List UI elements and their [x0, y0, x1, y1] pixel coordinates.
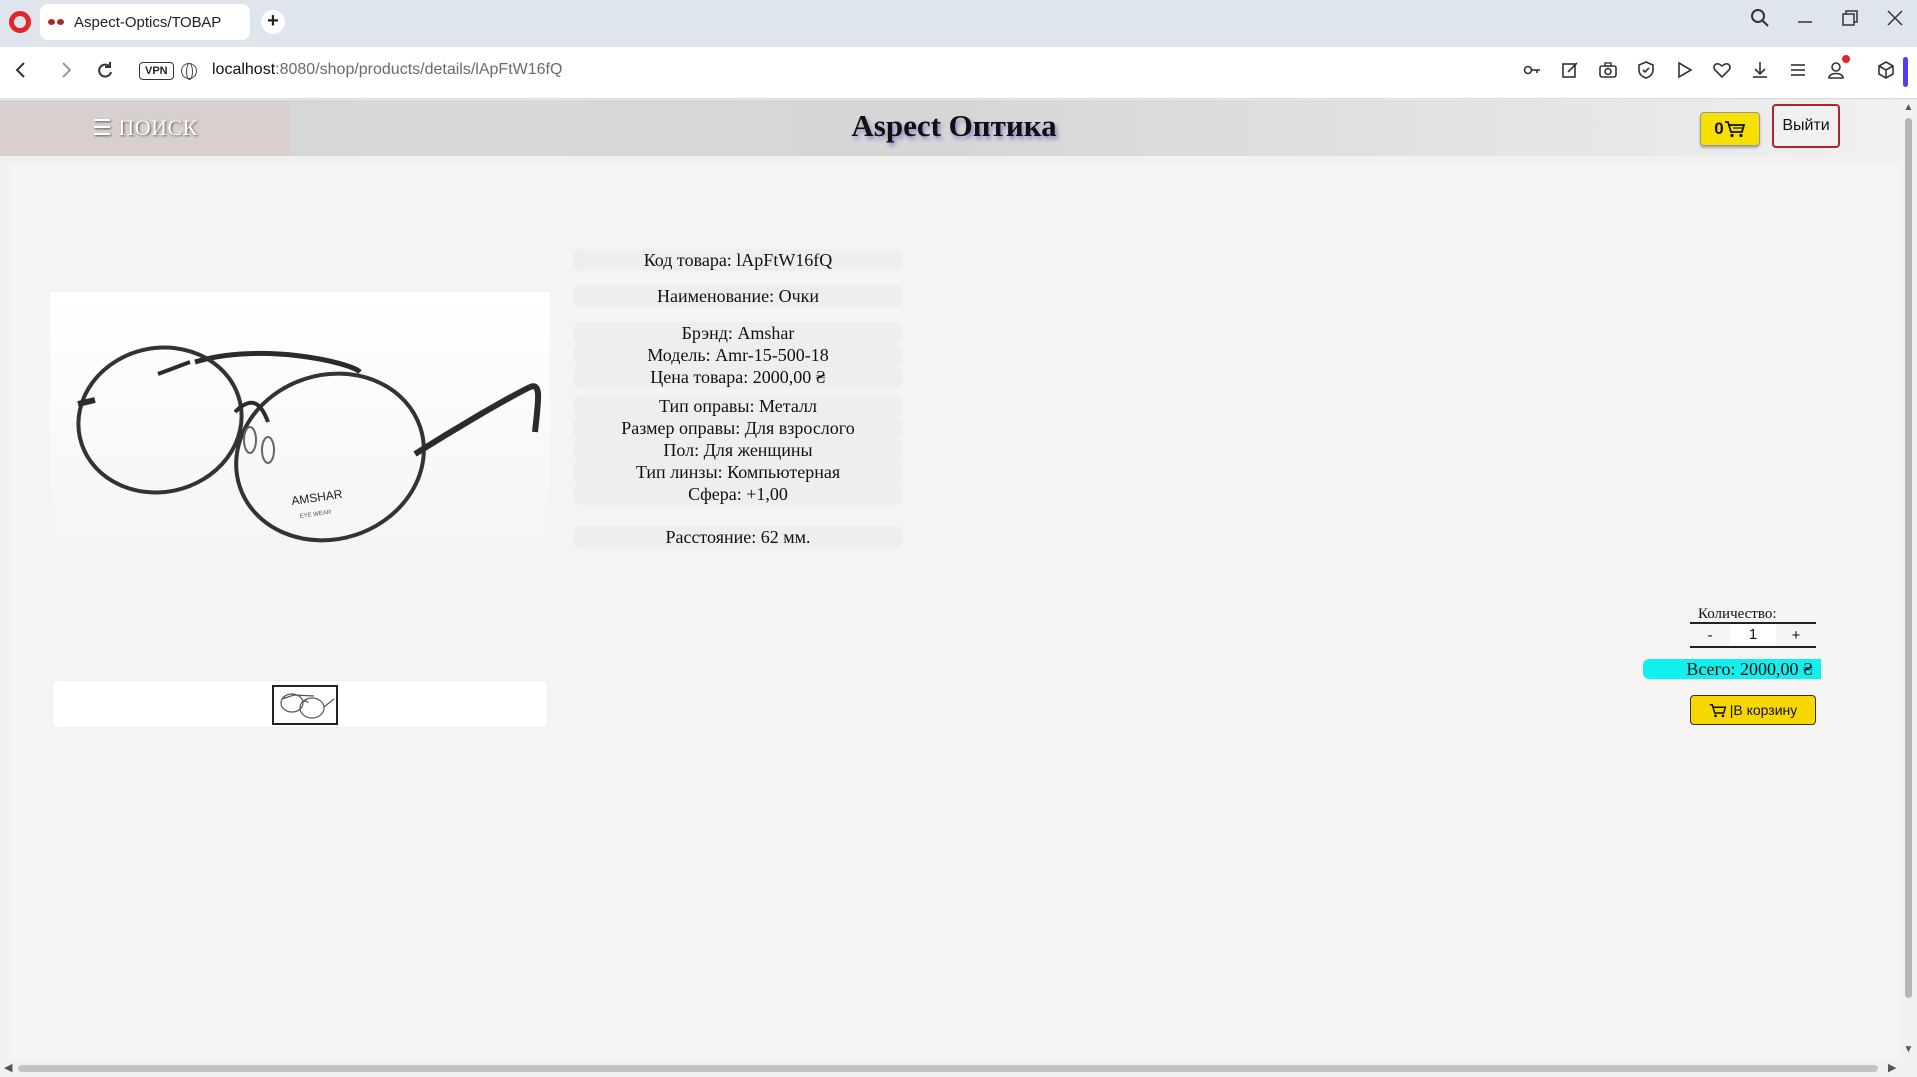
- spec-lens-type: Тип линзы: Компьютерная: [573, 461, 903, 483]
- shield-icon[interactable]: [1634, 60, 1658, 84]
- spec-sphere: Сфера: +1,00: [573, 483, 903, 505]
- url-host: localhost: [212, 61, 276, 78]
- key-icon[interactable]: [1520, 60, 1544, 84]
- forward-arrow-icon[interactable]: [53, 59, 79, 87]
- box-icon[interactable]: [1874, 60, 1898, 84]
- web-page: ☰ ПОИСК Aspect Оптика 0 Выйти AMSHAR EYE…: [0, 100, 1900, 1060]
- profile-icon[interactable]: [1824, 60, 1848, 84]
- cart-icon: [1709, 703, 1727, 717]
- site-title: Aspect Оптика: [851, 108, 1057, 143]
- quantity-minus-button[interactable]: -: [1690, 627, 1730, 644]
- minimize-icon[interactable]: [1790, 8, 1820, 34]
- spec-frame-size: Размер оправы: Для взрослого: [573, 417, 903, 439]
- spec-price: Цена товара: 2000,00 ₴: [573, 366, 903, 388]
- player-icon[interactable]: [1672, 60, 1696, 84]
- camera-icon[interactable]: [1596, 60, 1620, 84]
- browser-tab[interactable]: Aspect-Optics/ТОВАР: [40, 4, 250, 40]
- quantity-label: Количество:: [1698, 606, 1777, 622]
- notification-dot-icon: [1842, 55, 1850, 63]
- thumbnail-image[interactable]: [272, 685, 338, 725]
- reload-icon[interactable]: [92, 59, 118, 87]
- address-bar: VPN localhost:8080/shop/products/details…: [0, 47, 1917, 99]
- horizontal-scroll-thumb[interactable]: [18, 1065, 1878, 1072]
- horizontal-scrollbar[interactable]: ◀ ▶: [0, 1060, 1917, 1077]
- url-path: :8080/shop/products/details/lApFtW16fQ: [275, 61, 563, 78]
- easy-setup-icon[interactable]: [1786, 60, 1810, 84]
- quantity-plus-button[interactable]: +: [1776, 627, 1816, 644]
- spec-distance: Расстояние: 62 мм.: [573, 526, 903, 548]
- product-details: AMSHAR EYE WEAR Код товара: lApFtW16fQ Н…: [10, 164, 1900, 1060]
- vpn-badge[interactable]: VPN: [139, 62, 174, 80]
- spec-frame-type: Тип оправы: Металл: [573, 395, 903, 417]
- download-icon[interactable]: [1748, 60, 1772, 84]
- quantity-control: Количество: - 1 +: [1690, 606, 1820, 648]
- new-tab-button[interactable]: +: [261, 10, 285, 34]
- add-to-cart-label: |В корзину: [1729, 702, 1798, 718]
- browser-tab-bar: Aspect-Optics/ТОВАР +: [0, 0, 1917, 47]
- spec-gender: Пол: Для женщины: [573, 439, 903, 461]
- sidebar-indicator[interactable]: [1903, 57, 1908, 87]
- quantity-divider-bottom: [1690, 646, 1816, 648]
- search-tabs-icon[interactable]: [1745, 8, 1775, 34]
- back-arrow-icon[interactable]: [8, 59, 34, 87]
- thumbnail-strip: [52, 680, 548, 728]
- glasses-favicon-icon: [48, 17, 66, 27]
- scroll-left-arrow-icon[interactable]: ◀: [4, 1061, 12, 1074]
- header-cart-button[interactable]: 0: [1700, 112, 1760, 146]
- edit-icon[interactable]: [1558, 60, 1582, 84]
- spec-name: Наименование: Очки: [573, 285, 903, 307]
- close-window-icon[interactable]: [1880, 8, 1910, 34]
- add-to-cart-button[interactable]: |В корзину: [1690, 695, 1816, 725]
- opera-logo-icon[interactable]: [9, 11, 31, 33]
- spec-brand: Брэнд: Amshar: [573, 322, 903, 344]
- heart-icon[interactable]: [1710, 60, 1734, 84]
- total-price: Всего: 2000,00 ₴: [1643, 659, 1821, 679]
- scroll-right-arrow-icon[interactable]: ▶: [1888, 1061, 1896, 1074]
- spec-code: Код товара: lApFtW16fQ: [573, 249, 903, 271]
- globe-icon[interactable]: [181, 63, 197, 80]
- site-header: ☰ ПОИСК Aspect Оптика 0 Выйти: [0, 100, 1900, 156]
- cart-icon: [1724, 121, 1745, 138]
- product-image[interactable]: AMSHAR EYE WEAR: [50, 292, 550, 572]
- vertical-scroll-thumb[interactable]: [1905, 118, 1912, 998]
- quantity-stepper: - 1 +: [1690, 624, 1816, 646]
- logout-button[interactable]: Выйти: [1772, 104, 1840, 148]
- restore-icon[interactable]: [1835, 8, 1865, 34]
- scroll-up-arrow-icon[interactable]: ▲: [1902, 102, 1915, 113]
- quantity-input[interactable]: 1: [1730, 624, 1776, 646]
- url-field[interactable]: localhost:8080/shop/products/details/lAp…: [212, 61, 562, 79]
- cart-count: 0: [1714, 119, 1724, 138]
- tab-title: Aspect-Optics/ТОВАР: [74, 13, 222, 31]
- scroll-down-arrow-icon[interactable]: ▼: [1902, 1044, 1915, 1055]
- vertical-scrollbar[interactable]: ▲ ▼: [1900, 100, 1917, 1060]
- spec-model: Модель: Amr-15-500-18: [573, 344, 903, 366]
